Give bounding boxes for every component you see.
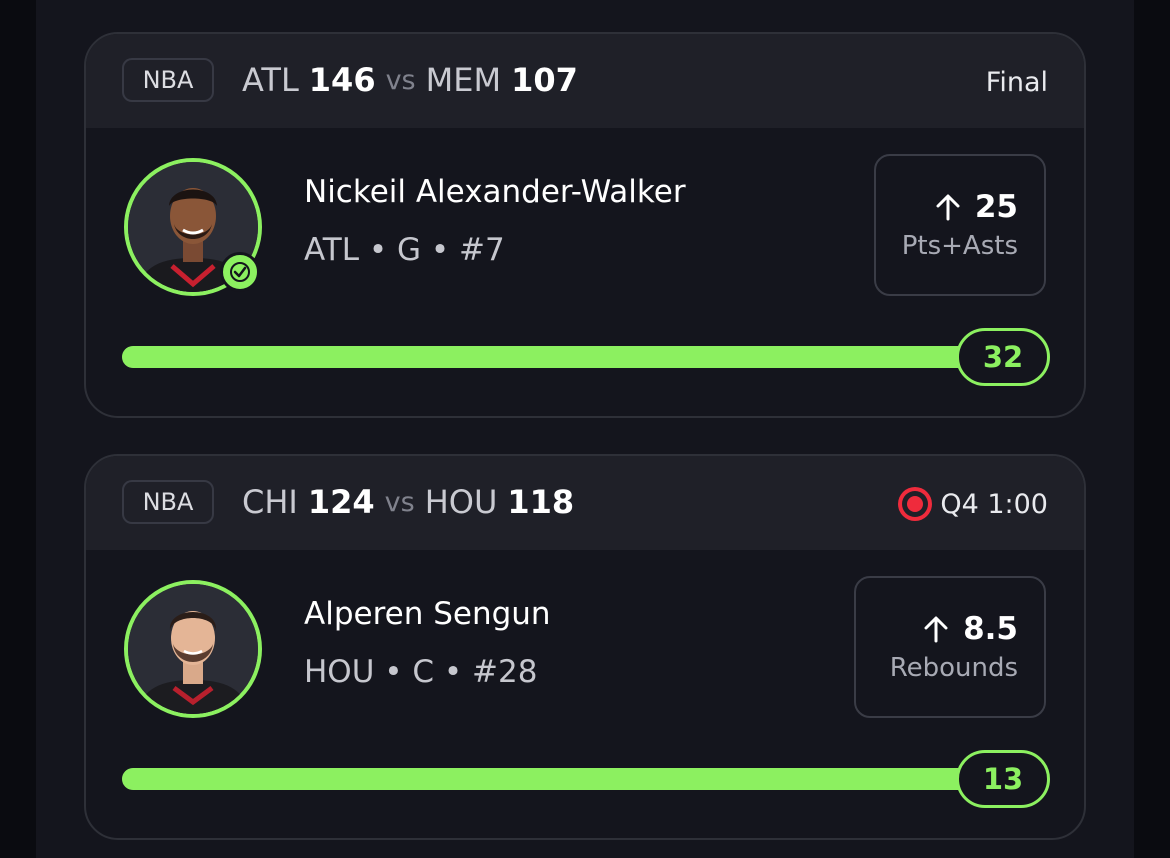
home-score: 118	[507, 483, 575, 521]
progress-track	[122, 346, 1042, 368]
away-team: ATL	[242, 61, 299, 99]
status-text: Final	[985, 66, 1048, 98]
progress-fill	[122, 768, 1042, 790]
away-score: 124	[307, 483, 375, 521]
prop-line-box[interactable]: 25 Pts+Asts	[874, 154, 1046, 296]
player-name: Alperen Sengun	[304, 596, 551, 632]
progress-fill	[122, 346, 1042, 368]
current-stat-badge: 32	[956, 328, 1050, 386]
player-meta: ATL • G • #7	[304, 232, 505, 268]
vs-label: vs	[384, 486, 415, 518]
player-name: Nickeil Alexander-Walker	[304, 174, 686, 210]
game-status: Q4 1:00	[898, 484, 1048, 524]
prop-line-box[interactable]: 8.5 Rebounds	[854, 576, 1046, 718]
prop-line-row: 8.5	[921, 611, 1018, 647]
live-indicator-icon	[898, 487, 933, 521]
league-badge: NBA	[122, 480, 214, 524]
player-avatar[interactable]	[124, 580, 262, 718]
home-score: 107	[511, 61, 578, 99]
prop-line-row: 25	[933, 189, 1018, 225]
away-score: 146	[308, 61, 376, 99]
game-header: NBA ATL 146 vs MEM 107 Final	[86, 34, 1084, 128]
game-header: NBA CHI 124 vs HOU 118 Q4 1:00	[86, 456, 1084, 550]
prop-line-value: 8.5	[963, 611, 1018, 647]
prop-line-value: 25	[974, 189, 1018, 225]
player-headshot-icon	[128, 584, 258, 714]
league-badge: NBA	[122, 58, 214, 102]
matchup: CHI 124 vs HOU 118	[242, 482, 574, 522]
current-stat-badge: 13	[956, 750, 1050, 808]
away-team: CHI	[242, 483, 298, 521]
home-team: MEM	[425, 61, 502, 99]
progress-track	[122, 768, 1042, 790]
arrow-up-icon	[924, 616, 948, 643]
prop-card[interactable]: NBA ATL 146 vs MEM 107 Final Nickeil Ale…	[84, 32, 1086, 418]
prop-card[interactable]: NBA CHI 124 vs HOU 118 Q4 1:00 Alperen S…	[84, 454, 1086, 840]
check-circle-icon	[220, 252, 260, 292]
prop-stat-label: Rebounds	[889, 653, 1018, 683]
game-status: Final	[986, 62, 1048, 102]
home-team: HOU	[424, 483, 498, 521]
vs-label: vs	[385, 64, 416, 96]
matchup: ATL 146 vs MEM 107	[242, 60, 578, 100]
player-meta: HOU • C • #28	[304, 654, 538, 690]
prop-stat-label: Pts+Asts	[901, 231, 1018, 261]
status-text: Q4 1:00	[940, 488, 1048, 520]
arrow-up-icon	[936, 194, 960, 221]
